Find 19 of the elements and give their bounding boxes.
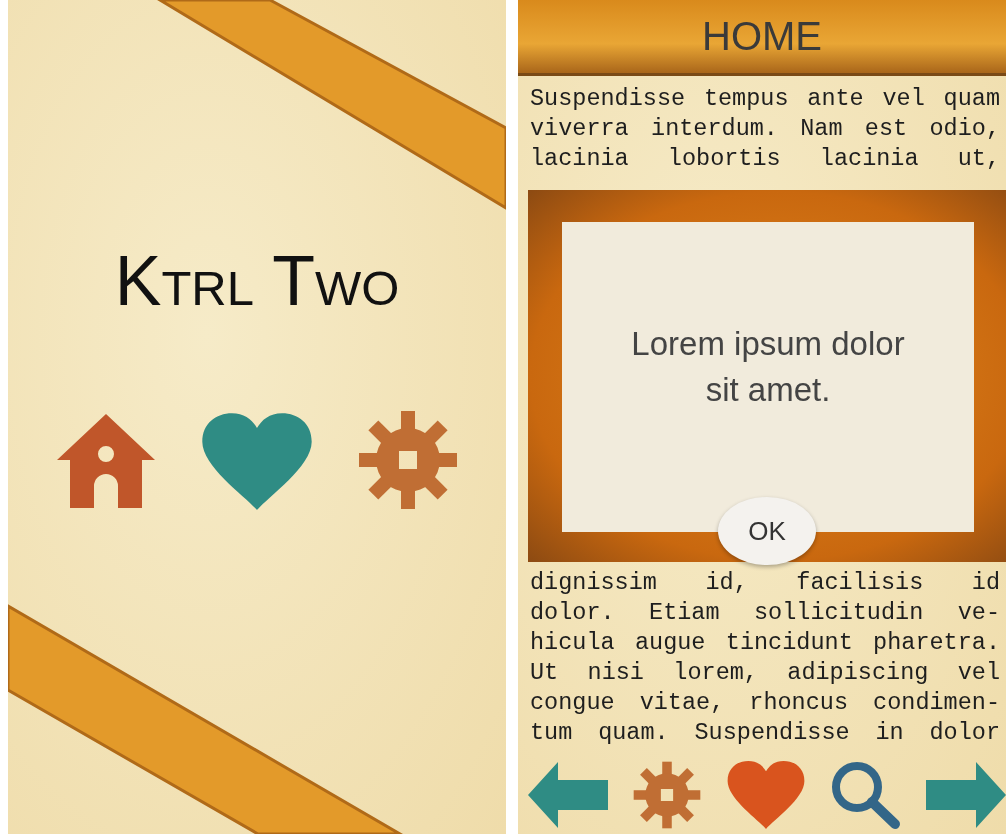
- search-icon[interactable]: [831, 760, 901, 829]
- body-text-line: tum quam. Suspendisse in dolor: [530, 718, 1000, 748]
- right-arrow-icon[interactable]: [926, 761, 1006, 828]
- gear-icon[interactable]: [358, 410, 458, 510]
- body-text-line: lacinia lobortis lacinia ut,: [530, 144, 1000, 174]
- body-text-line: viverra interdum. Nam est odio,: [530, 114, 1000, 144]
- heart-icon[interactable]: [726, 760, 806, 829]
- body-text-line: hicula augue tincidunt pharetra.: [530, 628, 1000, 658]
- body-text-line: congue vitae, rhoncus condimen-: [530, 688, 1000, 718]
- heart-icon[interactable]: [200, 412, 314, 510]
- left-arrow-icon[interactable]: [528, 761, 608, 828]
- dialog-message: Lorem ipsum dolor sit amet.: [630, 324, 906, 410]
- header-title: HOME: [702, 14, 822, 59]
- app-title: Ktrl Two: [114, 246, 400, 316]
- body-text-line: Suspendisse tempus ante vel quam: [530, 84, 1000, 114]
- body-text-line: dolor. Etiam sollicitudin ve-: [530, 598, 1000, 628]
- gear-icon[interactable]: [633, 760, 701, 829]
- body-text-line: Ut nisi lorem, adipiscing vel: [530, 658, 1000, 688]
- body-text-line: dignissim id, facilisis id: [530, 568, 1000, 598]
